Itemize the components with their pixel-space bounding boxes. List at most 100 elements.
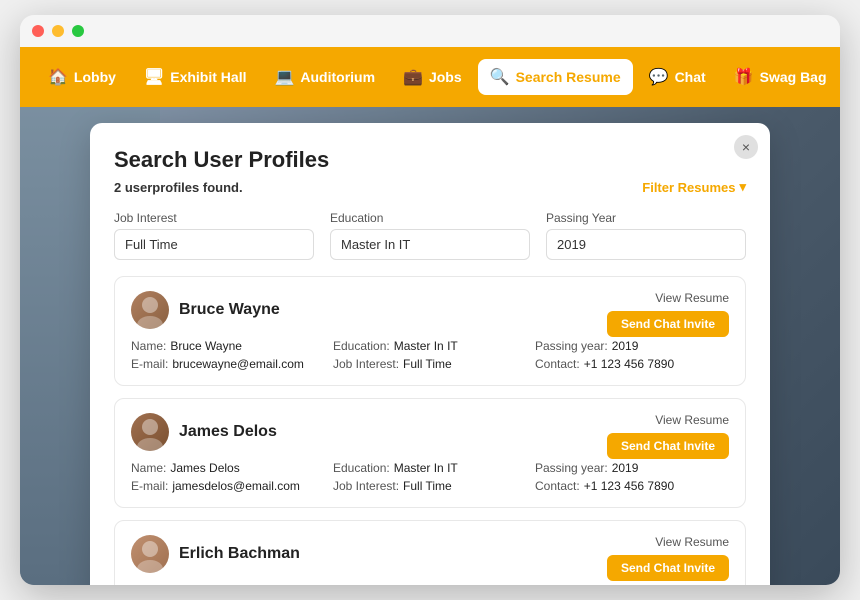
filter-row: Job Interest Education Passing Year xyxy=(114,211,746,260)
app-window: 🏠 Lobby 🖥 Exhibit Hall 💻 Auditorium 💼 Jo… xyxy=(20,15,840,585)
nav-search-resume-label: Search Resume xyxy=(516,69,621,85)
view-resume-link-bruce-wayne[interactable]: View Resume xyxy=(655,291,729,305)
detail-contact-james-delos: Contact: +1 123 456 7890 xyxy=(535,479,729,493)
jobs-icon: 💼 xyxy=(403,67,423,87)
avatar-bruce-wayne xyxy=(131,291,169,329)
nav-item-swag-bag[interactable]: 🎁 Swag Bag xyxy=(722,59,839,95)
send-chat-button-bruce-wayne[interactable]: Send Chat Invite xyxy=(607,311,729,337)
education-input[interactable] xyxy=(330,229,530,260)
maximize-dot[interactable] xyxy=(72,25,84,37)
nav-lobby-label: Lobby xyxy=(74,69,116,85)
job-interest-value-bruce-wayne: Full Time xyxy=(403,357,452,371)
view-resume-link-james-delos[interactable]: View Resume xyxy=(655,413,729,427)
job-interest-label: Job Interest xyxy=(114,211,314,225)
filter-resumes-button[interactable]: Filter Resumes ▾ xyxy=(642,179,746,195)
card-actions-james-delos: View Resume Send Chat Invite xyxy=(607,413,729,459)
passing-year-label-erlich-bachman: Passing year: xyxy=(535,583,608,585)
close-dot[interactable] xyxy=(32,25,44,37)
detail-name-erlich-bachman: Name: Erlich Bachman xyxy=(131,583,325,585)
user-card-bruce-wayne: View Resume Send Chat Invite Bruce Wayne… xyxy=(114,276,746,386)
modal-close-button[interactable]: × xyxy=(734,135,758,159)
contact-label-bruce-wayne: Contact: xyxy=(535,357,580,371)
detail-passing-year-bruce-wayne: Passing year: 2019 xyxy=(535,339,729,353)
nav-item-chat[interactable]: 💬 Chat xyxy=(637,59,718,95)
job-interest-label-james-delos: Job Interest: xyxy=(333,479,399,493)
detail-name-bruce-wayne: Name: Bruce Wayne xyxy=(131,339,325,353)
detail-passing-year-james-delos: Passing year: 2019 xyxy=(535,461,729,475)
avatar-erlich-bachman xyxy=(131,535,169,573)
name-value-erlich-bachman: Erlich Bachman xyxy=(170,583,254,585)
user-name-bruce-wayne: Bruce Wayne xyxy=(179,301,280,319)
email-label-bruce-wayne: E-mail: xyxy=(131,357,168,371)
user-card-james-delos: View Resume Send Chat Invite James Delos… xyxy=(114,398,746,508)
modal-header-row: 2 userprofiles found. Filter Resumes ▾ xyxy=(114,179,746,195)
card-actions-erlich-bachman: View Resume Send Chat Invite xyxy=(607,535,729,581)
lobby-icon: 🏠 xyxy=(48,67,68,87)
passing-year-value-erlich-bachman: 2019 xyxy=(612,583,639,585)
main-content: × Search User Profiles 2 userprofiles fo… xyxy=(20,107,840,585)
view-resume-link-erlich-bachman[interactable]: View Resume xyxy=(655,535,729,549)
job-interest-filter: Job Interest xyxy=(114,211,314,260)
contact-label-james-delos: Contact: xyxy=(535,479,580,493)
education-label-erlich-bachman: Education: xyxy=(333,583,390,585)
chevron-down-icon: ▾ xyxy=(739,179,746,195)
passing-year-value-james-delos: 2019 xyxy=(612,461,639,475)
education-value-bruce-wayne: Master In IT xyxy=(394,339,458,353)
passing-year-input[interactable] xyxy=(546,229,746,260)
education-value-erlich-bachman: Master In IT xyxy=(394,583,458,585)
nav-swag-bag-label: Swag Bag xyxy=(760,69,827,85)
education-label-james-delos: Education: xyxy=(333,461,390,475)
name-value-bruce-wayne: Bruce Wayne xyxy=(170,339,242,353)
education-label-bruce-wayne: Education: xyxy=(333,339,390,353)
nav-item-jobs[interactable]: 💼 Jobs xyxy=(391,59,474,95)
detail-name-james-delos: Name: James Delos xyxy=(131,461,325,475)
swag-bag-icon: 🎁 xyxy=(734,67,754,87)
title-bar xyxy=(20,15,840,47)
nav-item-lobby[interactable]: 🏠 Lobby xyxy=(36,59,128,95)
user-name-erlich-bachman: Erlich Bachman xyxy=(179,545,300,563)
nav-item-auditorium[interactable]: 💻 Auditorium xyxy=(262,59,387,95)
detail-education-erlich-bachman: Education: Master In IT xyxy=(333,583,527,585)
passing-year-label: Passing Year xyxy=(546,211,746,225)
send-chat-button-james-delos[interactable]: Send Chat Invite xyxy=(607,433,729,459)
detail-education-bruce-wayne: Education: Master In IT xyxy=(333,339,527,353)
contact-value-bruce-wayne: +1 123 456 7890 xyxy=(584,357,674,371)
detail-job-interest-bruce-wayne: Job Interest: Full Time xyxy=(333,357,527,371)
search-modal: × Search User Profiles 2 userprofiles fo… xyxy=(90,123,770,585)
nav-jobs-label: Jobs xyxy=(429,69,462,85)
email-label-james-delos: E-mail: xyxy=(131,479,168,493)
name-value-james-delos: James Delos xyxy=(170,461,239,475)
nav-exhibit-hall-label: Exhibit Hall xyxy=(170,69,246,85)
detail-passing-year-erlich-bachman: Passing year: 2019 xyxy=(535,583,729,585)
contact-value-james-delos: +1 123 456 7890 xyxy=(584,479,674,493)
name-label-erlich-bachman: Name: xyxy=(131,583,166,585)
passing-year-value-bruce-wayne: 2019 xyxy=(612,339,639,353)
nav-chat-label: Chat xyxy=(675,69,706,85)
passing-year-label-bruce-wayne: Passing year: xyxy=(535,339,608,353)
nav-item-exhibit-hall[interactable]: 🖥 Exhibit Hall xyxy=(132,59,259,95)
search-resume-icon: 🔍 xyxy=(490,67,510,87)
modal-overlay: × Search User Profiles 2 userprofiles fo… xyxy=(20,107,840,585)
job-interest-input[interactable] xyxy=(114,229,314,260)
nav-bar: 🏠 Lobby 🖥 Exhibit Hall 💻 Auditorium 💼 Jo… xyxy=(20,47,840,107)
detail-email-james-delos: E-mail: jamesdelos@email.com xyxy=(131,479,325,493)
nav-auditorium-label: Auditorium xyxy=(300,69,375,85)
education-value-james-delos: Master In IT xyxy=(394,461,458,475)
passing-year-label-james-delos: Passing year: xyxy=(535,461,608,475)
nav-item-search-resume[interactable]: 🔍 Search Resume xyxy=(478,59,633,95)
exhibit-hall-icon: 🖥 xyxy=(144,67,164,87)
chat-icon: 💬 xyxy=(649,67,669,87)
education-label: Education xyxy=(330,211,530,225)
user-details-bruce-wayne: Name: Bruce Wayne Education: Master In I… xyxy=(131,339,729,371)
user-name-james-delos: James Delos xyxy=(179,423,277,441)
result-count: 2 userprofiles found. xyxy=(114,180,243,195)
user-details-james-delos: Name: James Delos Education: Master In I… xyxy=(131,461,729,493)
user-details-erlich-bachman: Name: Erlich Bachman Education: Master I… xyxy=(131,583,729,585)
minimize-dot[interactable] xyxy=(52,25,64,37)
email-value-james-delos: jamesdelos@email.com xyxy=(172,479,300,493)
passing-year-filter: Passing Year xyxy=(546,211,746,260)
send-chat-button-erlich-bachman[interactable]: Send Chat Invite xyxy=(607,555,729,581)
education-filter: Education xyxy=(330,211,530,260)
auditorium-icon: 💻 xyxy=(274,67,294,87)
avatar-james-delos xyxy=(131,413,169,451)
